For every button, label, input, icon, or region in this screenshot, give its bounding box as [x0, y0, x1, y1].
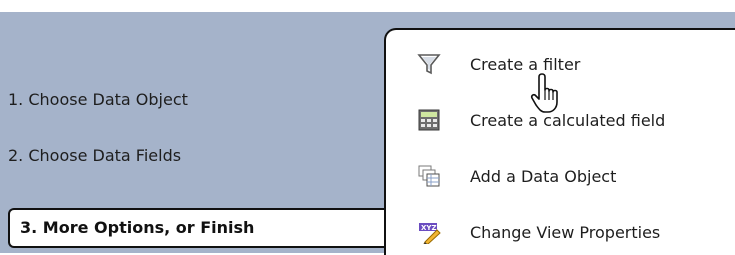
calculator-icon — [416, 107, 442, 133]
step-more-options-finish[interactable]: 3. More Options, or Finish — [8, 208, 390, 248]
create-filter-option[interactable]: Create a filter — [416, 44, 734, 84]
hand-pointer-cursor-icon — [530, 72, 566, 114]
add-data-object-label: Add a Data Object — [470, 166, 617, 186]
more-options-panel: Create a filter Create a calculated fiel… — [384, 28, 735, 255]
svg-text:XYZ: XYZ — [421, 224, 437, 232]
change-view-properties-label: Change View Properties — [470, 222, 661, 242]
add-data-object-option[interactable]: Add a Data Object — [416, 156, 734, 196]
view-properties-icon: XYZ — [416, 219, 442, 245]
create-calculated-field-label: Create a calculated field — [470, 110, 666, 130]
filter-funnel-icon — [416, 51, 442, 77]
change-view-properties-option[interactable]: XYZ Change View Properties — [416, 212, 734, 252]
create-calculated-field-option[interactable]: Create a calculated field — [416, 100, 734, 140]
wizard-steps-panel: 1. Choose Data Object 2. Choose Data Fie… — [0, 0, 735, 255]
add-data-object-icon — [416, 163, 442, 189]
step-choose-data-fields[interactable]: 2. Choose Data Fields — [8, 146, 181, 165]
create-filter-label: Create a filter — [470, 54, 581, 74]
step-choose-data-object[interactable]: 1. Choose Data Object — [8, 90, 188, 109]
top-strip — [0, 0, 735, 12]
